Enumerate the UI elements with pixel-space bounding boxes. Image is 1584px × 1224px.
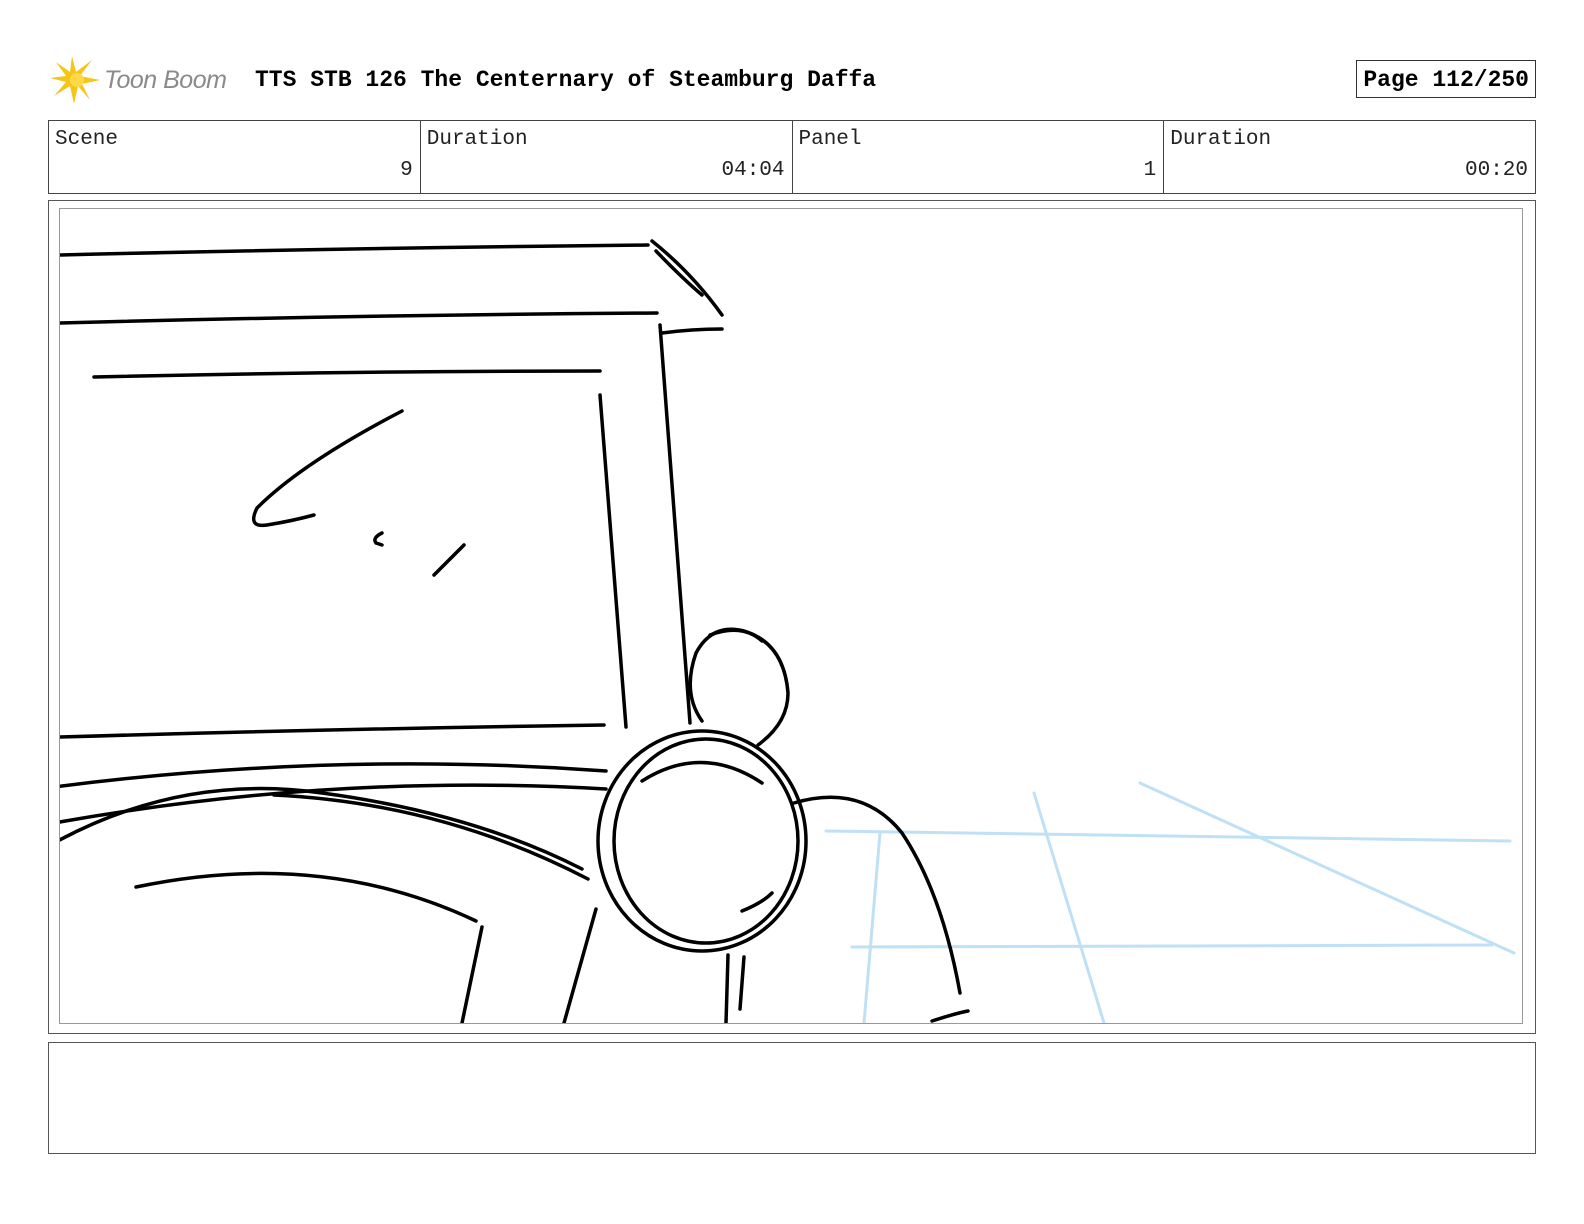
perspective-guides (824, 781, 1516, 1023)
scene-duration-label: Duration (426, 128, 528, 151)
panel-sketch (60, 239, 1516, 1023)
scene-value: 9 (400, 159, 413, 182)
page-header: Toon Boom TTS STB 126 The Centernary of … (50, 54, 1536, 106)
building-sketch (60, 239, 724, 739)
panel-cell: Panel 1 (793, 121, 1165, 193)
storyboard-panel-frame (48, 200, 1536, 1034)
toon-boom-starburst-icon (50, 56, 100, 104)
logo-wordmark: Toon Boom (104, 66, 227, 94)
panel-value: 1 (1143, 159, 1157, 182)
storyboard-panel (59, 208, 1523, 1024)
panel-label: Panel (798, 128, 862, 151)
scene-duration-cell: Duration 04:04 (421, 121, 793, 193)
toon-boom-logo: Toon Boom (50, 54, 245, 106)
character-sketch (60, 627, 970, 1023)
document-title: TTS STB 126 The Centernary of Steamburg … (255, 67, 877, 93)
panel-duration-label: Duration (1170, 128, 1272, 151)
scene-cell: Scene 9 (49, 121, 421, 193)
panel-duration-cell: Duration 00:20 (1164, 121, 1535, 193)
page-number: Page 112/250 (1356, 60, 1536, 98)
scene-duration-value: 04:04 (721, 159, 785, 182)
scene-label: Scene (55, 128, 119, 151)
panel-duration-value: 00:20 (1464, 159, 1528, 182)
panel-notes-box (48, 1042, 1536, 1154)
scene-info-table: Scene 9 Duration 04:04 Panel 1 Duration … (48, 120, 1536, 194)
